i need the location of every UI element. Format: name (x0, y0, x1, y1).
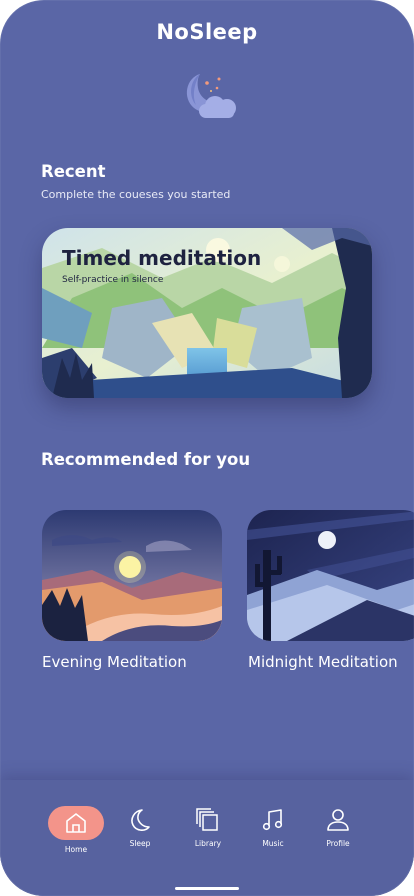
tab-label: Library (194, 839, 222, 848)
library-icon (196, 808, 218, 831)
recent-heading: Recent (41, 162, 106, 181)
evening-meditation-card[interactable] (42, 510, 222, 641)
midnight-meditation-label[interactable]: Midnight Meditation (248, 653, 398, 671)
home-indicator[interactable] (175, 887, 239, 890)
recommended-heading: Recommended for you (41, 450, 251, 469)
app-title: NoSleep (156, 20, 258, 44)
home-icon (66, 813, 86, 833)
evening-meditation-illustration (42, 510, 222, 641)
music-icon (262, 809, 283, 831)
tab-home[interactable]: Home (46, 806, 106, 856)
tab-music[interactable]: Music (243, 806, 303, 856)
app-screen: NoSleep Recent Complete the coueses you … (0, 0, 414, 896)
timed-meditation-card[interactable]: Timed meditation Self-practice in silenc… (42, 228, 372, 398)
tab-library[interactable]: Library (178, 806, 238, 856)
evening-meditation-label[interactable]: Evening Meditation (42, 653, 187, 671)
profile-icon (327, 809, 349, 831)
tab-profile[interactable]: Profile (308, 806, 368, 856)
tab-label: Profile (326, 839, 350, 848)
card-title: Timed meditation (62, 246, 262, 270)
midnight-meditation-card[interactable] (247, 510, 414, 641)
midnight-meditation-illustration (247, 510, 414, 641)
card-subtitle: Self-practice in silence (62, 275, 164, 285)
moon-cloud-logo-icon (186, 74, 236, 118)
tab-sleep[interactable]: Sleep (110, 806, 170, 856)
recent-subtitle: Complete the coueses you started (41, 188, 231, 201)
tab-label: Home (64, 845, 88, 854)
tab-label: Music (262, 839, 284, 848)
bottom-tab-bar: Home Sleep Library Music Profile (0, 780, 414, 896)
moon-icon (131, 809, 150, 831)
phone-frame (0, 0, 414, 896)
tab-label: Sleep (129, 839, 151, 848)
